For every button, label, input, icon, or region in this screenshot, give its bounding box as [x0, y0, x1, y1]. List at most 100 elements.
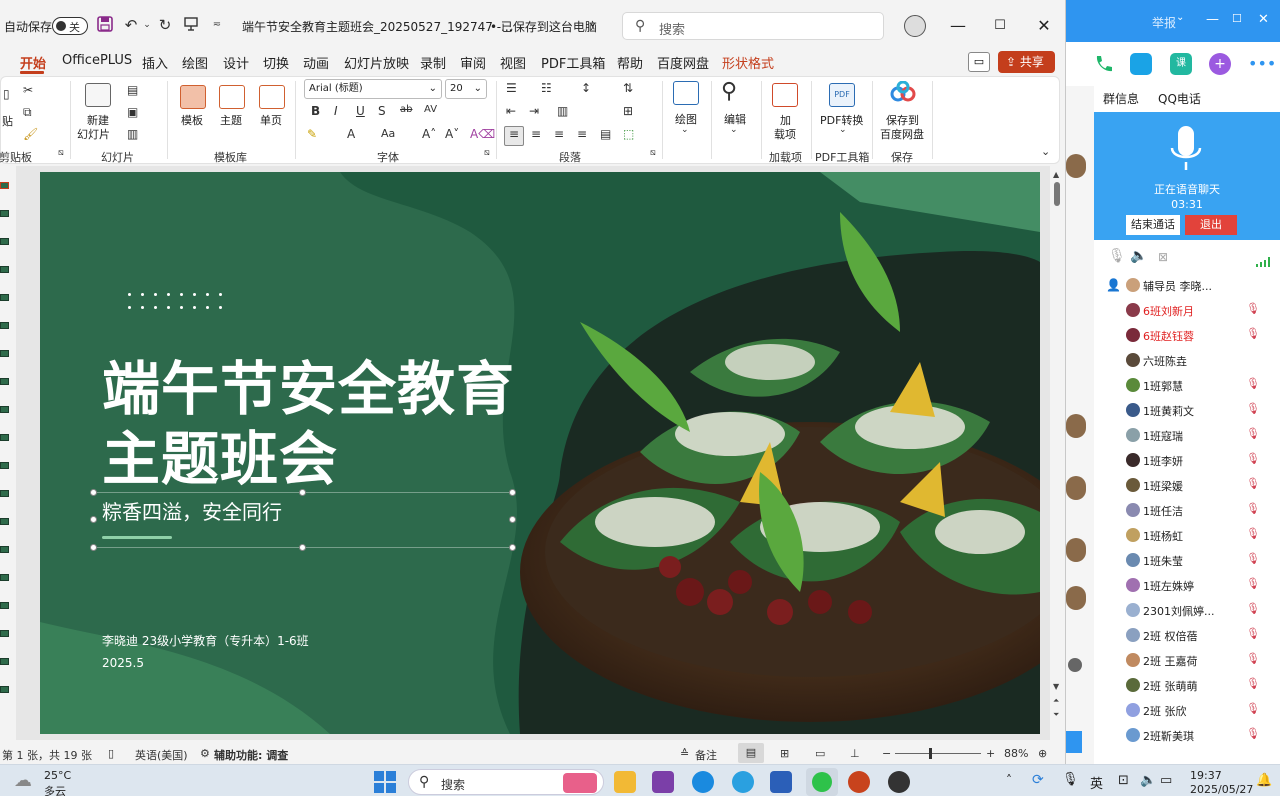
increase-indent-icon[interactable]: ⇥ — [529, 104, 539, 118]
pdf-convert-icon[interactable]: PDF — [829, 83, 855, 107]
member-row[interactable]: 辅导员 李晓... — [1126, 275, 1276, 295]
single-page-label[interactable]: 单页 — [260, 112, 282, 128]
grow-font-icon[interactable]: A˄ — [422, 127, 436, 141]
tab-pdf-toolbox[interactable]: PDF工具箱 — [541, 53, 605, 72]
single-page-icon[interactable] — [259, 85, 285, 109]
member-row[interactable]: 1班杨虹 🎙 — [1126, 525, 1276, 545]
scroll-down-icon[interactable]: ▼ — [1053, 682, 1059, 691]
tab-record[interactable]: 录制 — [420, 53, 446, 72]
member-row[interactable]: 2班 张欣 🎙 — [1126, 700, 1276, 720]
slide-thumbnail[interactable] — [0, 294, 9, 301]
resize-handle[interactable] — [299, 544, 306, 551]
refresh-icon[interactable]: ⟳ — [1032, 772, 1044, 788]
text-direction-icon[interactable]: ⇅ — [623, 81, 633, 95]
slide-thumbnail[interactable] — [0, 322, 9, 329]
shrink-font-icon[interactable]: A˅ — [445, 127, 459, 141]
new-slide-icon[interactable] — [85, 83, 111, 107]
decrease-indent-icon[interactable]: ⇤ — [506, 104, 516, 118]
align-center-icon[interactable]: ≡ — [531, 127, 541, 141]
template-icon[interactable] — [180, 85, 206, 109]
slide-thumbnail[interactable] — [0, 238, 9, 245]
member-row[interactable]: 2班 王嘉荷 🎙 — [1126, 650, 1276, 670]
more-icon[interactable]: ••• — [1248, 53, 1276, 75]
tab-group-info[interactable]: 群信息 — [1103, 90, 1139, 107]
member-row[interactable]: 2班 张萌萌 🎙 — [1126, 675, 1276, 695]
powerpoint-icon[interactable] — [848, 771, 870, 793]
file-explorer-icon[interactable] — [614, 771, 636, 793]
speaker-icon[interactable]: 🔈 — [1130, 248, 1147, 264]
battery-icon[interactable]: ▭ — [1160, 773, 1172, 788]
notes-button[interactable]: 备注 — [695, 747, 717, 763]
clock-date[interactable]: 2025/05/27 — [1190, 783, 1253, 796]
chevron-down-icon[interactable]: ⌄ — [839, 125, 847, 135]
next-slide-icon[interactable]: ⏷ — [1053, 710, 1059, 720]
spell-check-icon[interactable]: ▯ — [108, 747, 114, 760]
slide-thumbnail[interactable] — [0, 518, 9, 525]
slide-thumbnail[interactable] — [0, 350, 9, 357]
slide-thumbnail[interactable] — [0, 574, 9, 581]
member-row[interactable]: 2班靳美琪 🎙 — [1126, 725, 1276, 745]
chevron-down-icon[interactable]: ⌄ — [681, 125, 689, 135]
save-baidu-label-2[interactable]: 百度网盘 — [880, 126, 924, 142]
underline-icon[interactable]: U — [356, 104, 365, 118]
comments-button[interactable]: ▭ — [968, 52, 990, 72]
align-left-icon[interactable]: ≡ — [504, 126, 524, 146]
network-icon[interactable]: ⊡ — [1118, 773, 1129, 788]
clear-format-icon[interactable]: A⌫ — [470, 127, 495, 141]
slide-thumbnail[interactable] — [0, 490, 9, 497]
taskbar-search-input[interactable]: ⚲ 搜索 — [408, 769, 604, 795]
member-row[interactable]: 6班赵钰蓉 🎙 — [1126, 325, 1276, 345]
weather-icon[interactable]: ☁ — [14, 770, 36, 792]
addins-icon[interactable] — [772, 83, 798, 107]
edge-dev-icon[interactable] — [732, 771, 754, 793]
baidu-netdisk-icon[interactable] — [890, 80, 916, 103]
tab-transitions[interactable]: 切换 — [263, 53, 289, 72]
slideshow-icon[interactable]: ⊥ — [850, 747, 860, 760]
minimize-button[interactable]: — — [1206, 12, 1219, 27]
resize-handle[interactable] — [90, 489, 97, 496]
slide-subtitle[interactable]: 粽香四溢，安全同行 — [102, 496, 282, 525]
resize-handle[interactable] — [509, 544, 516, 551]
vertical-scrollbar[interactable]: ▲ ▼ ⏶ ⏷ — [1050, 170, 1064, 736]
line-spacing-icon[interactable]: ↕ — [581, 81, 591, 95]
close-button[interactable]: ✕ — [1032, 14, 1056, 38]
member-row[interactable]: 六班陈垚 — [1126, 350, 1276, 370]
save-status[interactable]: • 已保存到这台电脑 — [490, 18, 597, 35]
resize-handle[interactable] — [509, 516, 516, 523]
close-button[interactable]: ✕ — [1258, 12, 1269, 27]
mic-toggle-icon[interactable]: 🎙 — [1108, 248, 1126, 264]
wechat-icon[interactable] — [806, 768, 838, 796]
reading-view-icon[interactable]: ▭ — [815, 747, 825, 760]
share-button[interactable]: ⇪ 共享 ⌄ — [998, 51, 1055, 91]
font-name-dropdown[interactable]: Arial (标题) ⌄ — [304, 79, 442, 99]
resize-handle[interactable] — [90, 516, 97, 523]
scroll-up-icon[interactable]: ▲ — [1053, 170, 1059, 179]
tab-review[interactable]: 审阅 — [460, 53, 486, 72]
clock-time[interactable]: 19:37 — [1190, 769, 1222, 782]
reset-icon[interactable]: ▣ — [127, 105, 138, 119]
slide-thumbnail[interactable] — [0, 406, 9, 413]
bullets-icon[interactable]: ☰ — [506, 81, 517, 95]
tab-shape-format[interactable]: 形状格式 — [722, 53, 774, 72]
dialog-launcher-icon[interactable]: ⧅ — [650, 148, 656, 158]
tab-help[interactable]: 帮助 — [617, 53, 643, 72]
zoom-out-icon[interactable]: − — [882, 747, 891, 760]
addin-label-2[interactable]: 载项 — [774, 126, 796, 142]
align-right-icon[interactable]: ≡ — [554, 127, 564, 141]
layout-icon[interactable]: ▤ — [127, 83, 138, 97]
microphone-icon[interactable]: 🎙 — [1062, 772, 1079, 787]
find-icon[interactable]: ⚲ — [721, 79, 737, 104]
member-row[interactable]: 1班朱莹 🎙 — [1126, 550, 1276, 570]
collapse-ribbon-icon[interactable]: ⌄ — [1041, 145, 1050, 158]
slide-title-line-2[interactable]: 主题班会 — [102, 412, 338, 496]
slide-thumbnail[interactable] — [0, 602, 9, 609]
member-row[interactable]: 1班郭慧 🎙 — [1126, 375, 1276, 395]
account-avatar[interactable] — [904, 15, 926, 37]
phone-icon[interactable] — [1092, 53, 1114, 75]
accessibility-status[interactable]: 辅助功能: 调查 — [214, 747, 288, 763]
fit-to-window-icon[interactable]: ⊕ — [1038, 747, 1047, 760]
zoom-level[interactable]: 88% — [1004, 747, 1028, 760]
weather-temperature[interactable]: 25°C — [44, 769, 71, 782]
tab-slideshow[interactable]: 幻灯片放映 — [344, 53, 409, 72]
report-link[interactable]: 举报 — [1152, 14, 1176, 31]
